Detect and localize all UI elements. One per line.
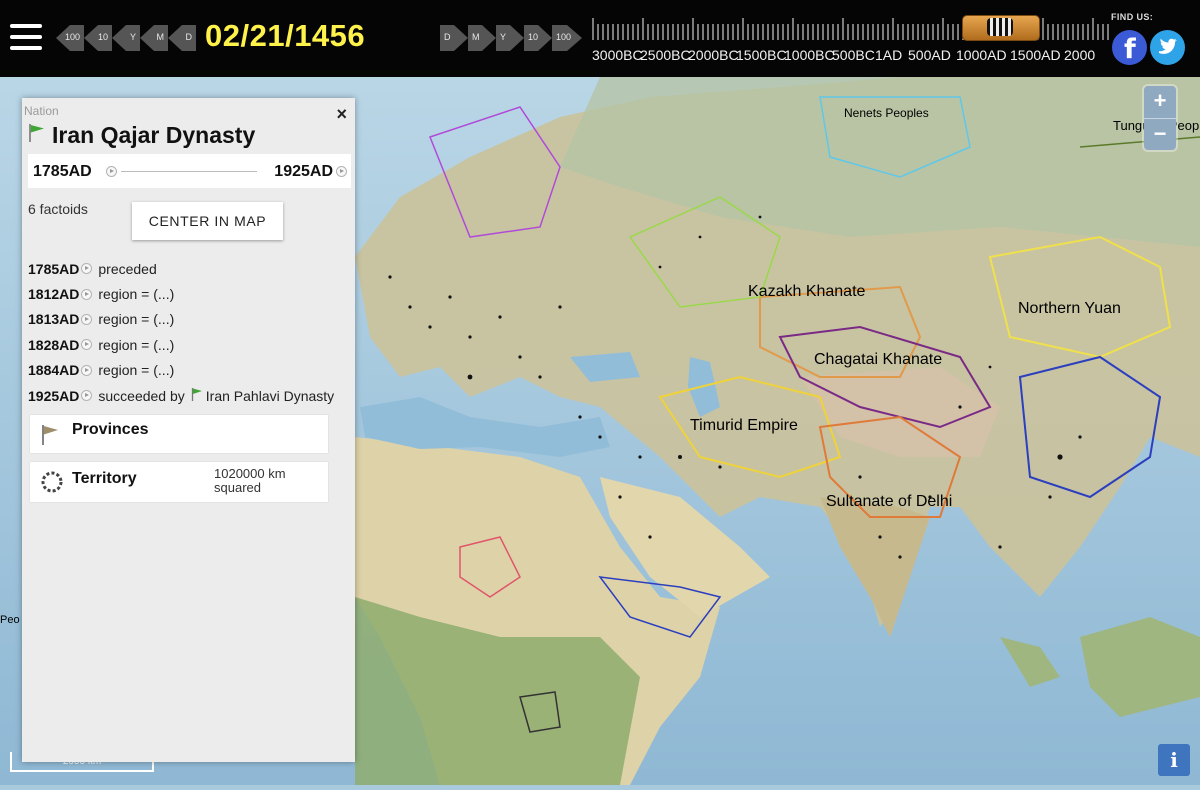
event-text[interactable]: region = (...): [98, 286, 174, 302]
go-to-date-icon[interactable]: [81, 390, 93, 402]
event-row: 1812AD region = (...): [28, 281, 353, 306]
event-year[interactable]: 1828AD: [28, 337, 79, 353]
go-to-date-icon[interactable]: [81, 288, 93, 300]
timeline-year[interactable]: 1500AD: [1010, 47, 1064, 63]
go-to-start-icon[interactable]: [106, 166, 117, 177]
panel-type-label: Nation: [24, 104, 59, 118]
timeline-year[interactable]: 1000AD: [956, 47, 1010, 63]
event-text: preceded: [98, 260, 157, 277]
event-year[interactable]: 1813AD: [28, 311, 79, 327]
back-day-button[interactable]: D: [168, 25, 196, 51]
date-range: 1785AD 1925AD: [28, 154, 351, 188]
forward-10-years-button[interactable]: 10: [524, 25, 552, 51]
event-row: 1828AD region = (...): [28, 332, 353, 357]
timeline-year-labels: 3000BC 2500BC 2000BC 1500BC 1000BC 500BC 1AD 50…: [592, 47, 1100, 63]
map-label-kazakh-khanate[interactable]: Kazakh Khanate: [748, 283, 865, 301]
timeline-year[interactable]: 500AD: [908, 47, 956, 63]
successor-name[interactable]: Iran Pahlavi Dynasty: [206, 388, 334, 404]
event-row: 1884AD region = (...): [28, 358, 353, 383]
event-row: 1925AD succeeded by Iran Pahlavi Dynasty: [28, 383, 353, 408]
event-text: succeeded by: [98, 387, 185, 404]
event-text[interactable]: region = (...): [98, 311, 174, 327]
go-to-date-icon[interactable]: [81, 313, 93, 325]
territory-ring-icon: [40, 470, 64, 499]
go-to-date-icon[interactable]: [81, 339, 93, 351]
timeline-year[interactable]: 2000: [1064, 47, 1100, 63]
event-year[interactable]: 1925AD: [28, 388, 79, 404]
map-label-nenets-peoples[interactable]: Nenets Peoples: [844, 106, 929, 120]
nation-title: Iran Qajar Dynasty: [52, 122, 256, 148]
end-year[interactable]: 1925AD: [274, 163, 333, 181]
back-100-years-button[interactable]: 100: [56, 25, 84, 51]
territory-label: Territory: [72, 470, 137, 487]
go-to-date-icon[interactable]: [81, 364, 93, 376]
start-year[interactable]: 1785AD: [33, 163, 92, 181]
flag-icon: [28, 123, 46, 148]
map-label-sultanate-of-delhi[interactable]: Sultanate of Delhi: [826, 493, 952, 511]
event-year[interactable]: 1884AD: [28, 362, 79, 378]
event-year[interactable]: 1785AD: [28, 261, 79, 277]
zoom-in-button[interactable]: +: [1144, 86, 1176, 118]
current-date[interactable]: 02/21/1456: [205, 18, 365, 54]
panel-title-row: Iran Qajar Dynasty: [28, 122, 255, 149]
timeline-year[interactable]: 500BC: [832, 47, 875, 63]
provinces-flag-icon: [40, 423, 60, 452]
flag-icon: [191, 387, 203, 405]
nation-panel: Nation × Iran Qajar Dynasty 1785AD 1925A…: [22, 98, 355, 762]
territory-card: Territory 1020000 km squared: [30, 462, 328, 502]
forward-month-button[interactable]: M: [468, 25, 496, 51]
timeline-year[interactable]: 2000BC: [688, 47, 739, 63]
go-to-date-icon[interactable]: [81, 263, 93, 275]
back-month-button[interactable]: M: [140, 25, 168, 51]
facebook-icon[interactable]: f: [1112, 30, 1147, 65]
forward-year-button[interactable]: Y: [496, 25, 524, 51]
range-line: [121, 171, 257, 172]
zoom-out-button[interactable]: −: [1144, 118, 1176, 151]
successor-link[interactable]: Iran Pahlavi Dynasty: [191, 387, 334, 405]
event-list: 1785AD preceded 1812AD region = (...) 18…: [28, 256, 353, 408]
timeline-year[interactable]: 1000BC: [784, 47, 835, 63]
menu-icon[interactable]: [10, 24, 42, 50]
center-in-map-button[interactable]: CENTER IN MAP: [132, 202, 283, 240]
event-text[interactable]: region = (...): [98, 362, 174, 378]
provinces-card[interactable]: Provinces: [30, 415, 328, 453]
factoid-count: 6 factoids: [28, 201, 88, 217]
timeline-year[interactable]: 1500BC: [736, 47, 787, 63]
timeline-slider-handle[interactable]: [962, 15, 1040, 41]
zoom-control: + −: [1144, 86, 1176, 150]
top-bar: 100 10 Y M D 02/21/1456 D M Y 10 100 300…: [0, 0, 1200, 77]
back-10-years-button[interactable]: 10: [84, 25, 112, 51]
map-label-timurid-empire[interactable]: Timurid Empire: [690, 417, 798, 435]
back-year-button[interactable]: Y: [112, 25, 140, 51]
twitter-icon[interactable]: [1150, 30, 1185, 65]
event-row: 1813AD region = (...): [28, 307, 353, 332]
map-label-northern-yuan[interactable]: Northern Yuan: [1018, 300, 1121, 318]
find-us-label: FIND US:: [1111, 12, 1154, 22]
timeline-year[interactable]: 1AD: [875, 47, 908, 63]
event-year[interactable]: 1812AD: [28, 286, 79, 302]
go-to-end-icon[interactable]: [336, 166, 347, 177]
timeline-year[interactable]: 2500BC: [640, 47, 691, 63]
map-label-edge: Peo: [0, 614, 20, 626]
timeline-year[interactable]: 3000BC: [592, 47, 643, 63]
territory-value: 1020000 km squared: [214, 466, 286, 495]
info-button[interactable]: i: [1158, 744, 1190, 776]
forward-100-years-button[interactable]: 100: [552, 25, 582, 51]
provinces-label: Provinces: [72, 421, 149, 438]
event-row: 1785AD preceded: [28, 256, 353, 281]
map-label-chagatai-khanate[interactable]: Chagatai Khanate: [814, 351, 942, 369]
forward-day-button[interactable]: D: [440, 25, 468, 51]
event-text[interactable]: region = (...): [98, 337, 174, 353]
close-panel-button[interactable]: ×: [336, 104, 347, 125]
